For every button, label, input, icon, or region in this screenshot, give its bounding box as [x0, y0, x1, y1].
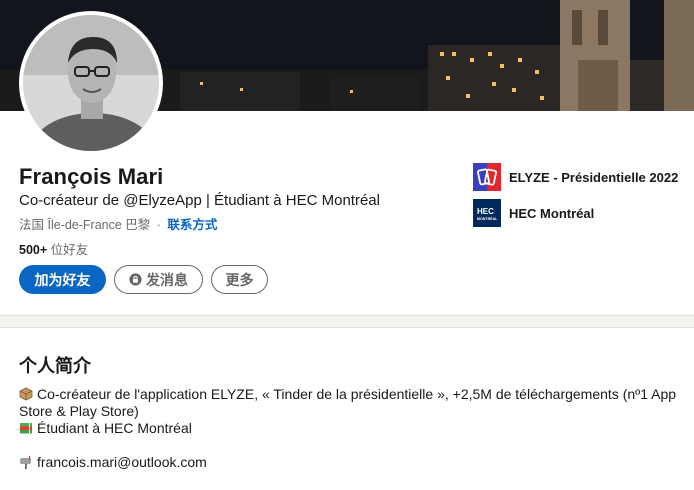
profile-location: 法国 Île-de-France 巴黎 — [19, 218, 151, 232]
about-line-study: Étudiant à HEC Montréal — [19, 420, 683, 437]
hec-logo-icon: HEC MONTRÉAL — [473, 199, 501, 227]
location-row: 法国 Île-de-France 巴黎 · 联系方式 — [19, 214, 217, 233]
about-line-study-text: Étudiant à HEC Montréal — [37, 420, 192, 436]
books-icon — [20, 423, 32, 434]
about-title: 个人简介 — [19, 356, 91, 376]
hec-logo-text: HEC — [477, 207, 494, 216]
connections-label: 位好友 — [47, 243, 89, 257]
about-line-app: Co-créateur de l'application ELYZE, « Ti… — [19, 386, 683, 420]
elyze-logo-icon — [473, 163, 501, 191]
org-name-hec: HEC Montréal — [509, 205, 595, 221]
about-line-email: francois.mari@outlook.com — [19, 454, 683, 471]
more-button[interactable]: 更多 — [211, 265, 268, 294]
message-button[interactable]: 发消息 — [114, 265, 203, 294]
profile-card: François Mari Co-créateur de @ElyzeApp |… — [0, 0, 694, 316]
profile-name: François Mari — [19, 164, 164, 189]
education-org-hec[interactable]: HEC MONTRÉAL HEC Montréal — [473, 199, 594, 227]
org-name-elyze: ELYZE - Présidentielle 2022 — [509, 169, 679, 185]
package-icon — [19, 387, 33, 401]
experience-org-elyze[interactable]: ELYZE - Présidentielle 2022 — [473, 163, 678, 191]
profile-avatar[interactable] — [19, 11, 163, 155]
contact-info-link[interactable]: 联系方式 — [167, 218, 217, 232]
mailbox-icon — [20, 456, 31, 469]
connect-button[interactable]: 加为好友 — [19, 265, 106, 294]
hec-logo-subtext: MONTRÉAL — [477, 216, 498, 221]
message-button-label: 发消息 — [146, 271, 188, 288]
separator-dot: · — [156, 218, 161, 232]
about-line-email-text[interactable]: francois.mari@outlook.com — [37, 454, 207, 470]
about-line-app-text: Co-créateur de l'application ELYZE, « Ti… — [19, 386, 677, 419]
about-section: 个人简介 Co-créateur de l'application ELYZE,… — [0, 327, 694, 490]
profile-headline: Co-créateur de @ElyzeApp | Étudiant à HE… — [19, 192, 380, 209]
lock-icon — [129, 273, 142, 286]
about-text: Co-créateur de l'application ELYZE, « Ti… — [19, 386, 683, 471]
about-spacer — [19, 437, 683, 454]
connections-number: 500+ — [19, 243, 48, 257]
profile-photo — [23, 15, 159, 151]
connections-count[interactable]: 500+ 位好友 — [19, 239, 88, 258]
profile-actions: 加为好友 发消息 更多 — [19, 265, 268, 294]
